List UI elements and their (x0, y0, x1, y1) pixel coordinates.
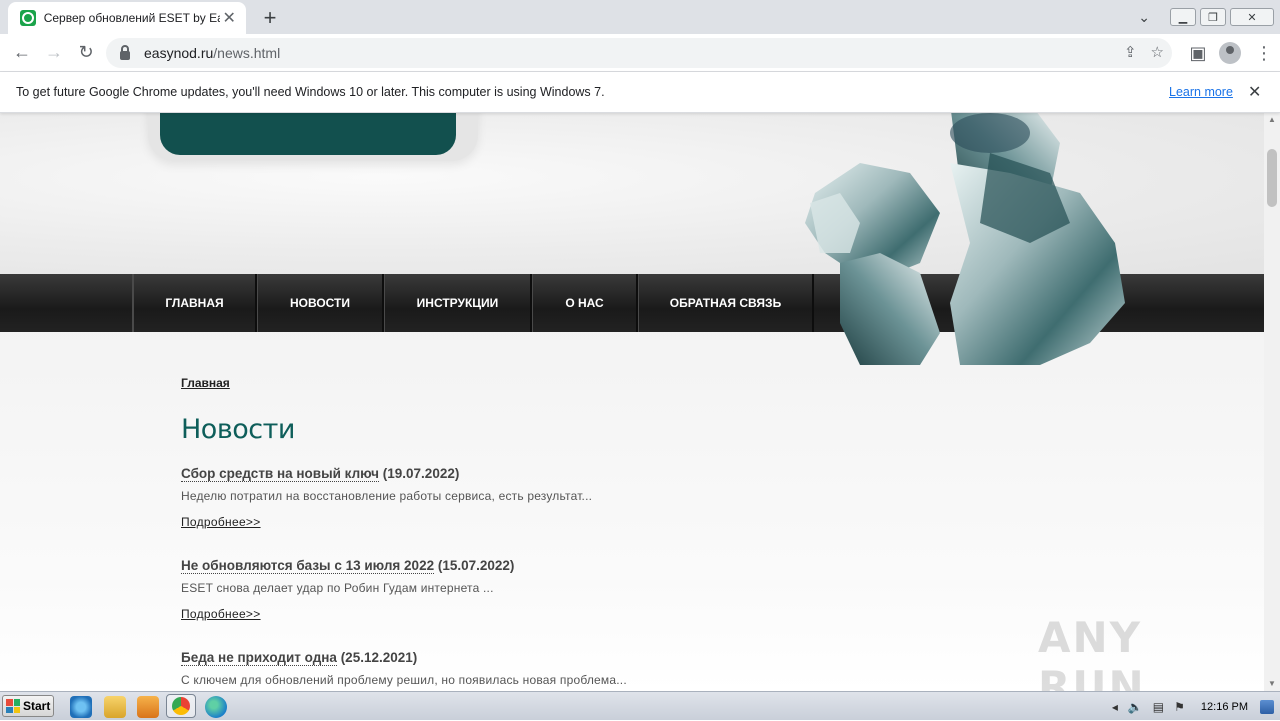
eset-logo[interactable] (148, 113, 478, 161)
chrome-icon (172, 697, 190, 715)
media-player-icon[interactable] (137, 696, 159, 718)
robot-illustration (805, 113, 1125, 365)
news-title-link[interactable]: Беда не приходит одна (181, 650, 337, 666)
new-tab-button[interactable]: + (258, 5, 282, 31)
nav-about[interactable]: О НАС (532, 274, 638, 332)
read-more-link[interactable]: Подробнее>> (181, 607, 261, 621)
tab-title: Сервер обновлений ESET by EasyN (43, 11, 221, 25)
breadcrumb[interactable]: Главная (181, 376, 881, 390)
taskbar-clock[interactable]: 12:16 PM (1201, 701, 1248, 713)
page-scrollbar[interactable]: ▲ ▼ (1264, 113, 1280, 691)
scroll-thumb[interactable] (1267, 149, 1277, 207)
anyrun-watermark: ANY RUN (1038, 613, 1146, 691)
nav-news[interactable]: НОВОСТИ (257, 274, 384, 332)
show-desktop-icon[interactable] (1260, 699, 1274, 714)
chrome-taskbar-button[interactable] (166, 694, 196, 718)
url-host: easynod.ru (144, 45, 214, 61)
back-arrow-icon[interactable]: ← (6, 37, 38, 69)
main-content: Главная Новости Сбор средств на новый кл… (181, 376, 881, 687)
read-more-link[interactable]: Подробнее>> (181, 515, 261, 529)
explorer-folder-icon[interactable] (104, 696, 126, 718)
action-center-flag-icon[interactable]: ⚑ (1174, 700, 1185, 714)
windows-flag-icon (6, 699, 20, 713)
browser-tab[interactable]: Сервер обновлений ESET by EasyN ✕ (8, 2, 246, 34)
news-description: Неделю потратил на восстановление работы… (181, 489, 593, 503)
news-date: (15.07.2022) (434, 558, 515, 573)
news-item: Сбор средств на новый ключ (19.07.2022) … (181, 466, 881, 531)
restore-button[interactable]: ❐ (1200, 8, 1226, 26)
system-tray: ◂ 🔈 ▤ ⚑ 12:16 PM (1112, 692, 1280, 721)
lock-icon[interactable] (120, 44, 130, 60)
url-path: /news.html (213, 45, 281, 61)
eset-favicon-icon (20, 10, 36, 26)
update-infobar: To get future Google Chrome updates, you… (0, 72, 1280, 113)
reload-icon[interactable]: ↻ (70, 37, 102, 69)
ie-icon[interactable] (70, 696, 92, 718)
menu-kebab-icon[interactable]: ⋮ (1248, 37, 1280, 69)
infobar-close-icon[interactable]: ✕ (1248, 82, 1261, 102)
page-viewport: ГЛАВНАЯ НОВОСТИ ИНСТРУКЦИИ О НАС ОБРАТНА… (0, 113, 1264, 691)
windows-taskbar: Start ◂ 🔈 ▤ ⚑ 12:16 PM (0, 691, 1280, 720)
start-button[interactable]: Start (2, 695, 54, 717)
news-title-link[interactable]: Сбор средств на новый ключ (181, 466, 380, 482)
scroll-up-icon[interactable]: ▲ (1268, 115, 1276, 124)
window-close-button[interactable]: ✕ (1230, 8, 1274, 26)
network-icon[interactable]: ▤ (1153, 700, 1164, 714)
tab-search-chevron-icon[interactable]: ⌄ (1138, 9, 1150, 26)
learn-more-link[interactable]: Learn more (1169, 85, 1233, 99)
news-description: С ключем для обновлений проблему решил, … (181, 673, 627, 687)
start-label: Start (23, 699, 51, 713)
scroll-down-icon[interactable]: ▼ (1268, 679, 1276, 688)
profile-avatar-icon[interactable] (1219, 42, 1241, 64)
browser-toolbar: ← → ↻ easynod.ru/news.html ⇪ ☆ ▣ ⋮ (0, 34, 1280, 72)
news-description: ESET снова делает удар по Робин Гудам ин… (181, 581, 494, 595)
forward-arrow-icon[interactable]: → (38, 37, 70, 69)
news-date: (25.12.2021) (336, 650, 418, 665)
news-item: Беда не приходит одна (25.12.2021) С клю… (181, 650, 881, 687)
infobar-message: To get future Google Chrome updates, you… (16, 85, 605, 99)
news-item: Не обновляются базы с 13 июля 2022 (15.0… (181, 558, 881, 623)
nav-feedback[interactable]: ОБРАТНАЯ СВЯЗЬ (638, 274, 814, 332)
news-title-link[interactable]: Не обновляются базы с 13 июля 2022 (181, 558, 435, 574)
tab-strip: Сервер обновлений ESET by EasyN ✕ + ⌄ ▁ … (0, 0, 1280, 34)
page-title: Новости (181, 414, 295, 445)
nav-home[interactable]: ГЛАВНАЯ (133, 274, 257, 332)
nav-instructions[interactable]: ИНСТРУКЦИИ (384, 274, 532, 332)
minimize-button[interactable]: ▁ (1170, 8, 1196, 26)
volume-icon[interactable]: 🔈 (1128, 700, 1143, 714)
address-bar[interactable]: easynod.ru/news.html ⇪ ☆ (106, 38, 1172, 68)
edge-icon[interactable] (205, 696, 227, 718)
side-panel-icon[interactable]: ▣ (1182, 37, 1214, 69)
tray-expand-icon[interactable]: ◂ (1112, 700, 1118, 714)
bookmark-star-icon[interactable]: ☆ (1151, 43, 1164, 61)
tab-close-icon[interactable]: ✕ (220, 8, 238, 28)
news-date: (19.07.2022) (379, 466, 460, 481)
share-icon[interactable]: ⇪ (1124, 43, 1137, 61)
